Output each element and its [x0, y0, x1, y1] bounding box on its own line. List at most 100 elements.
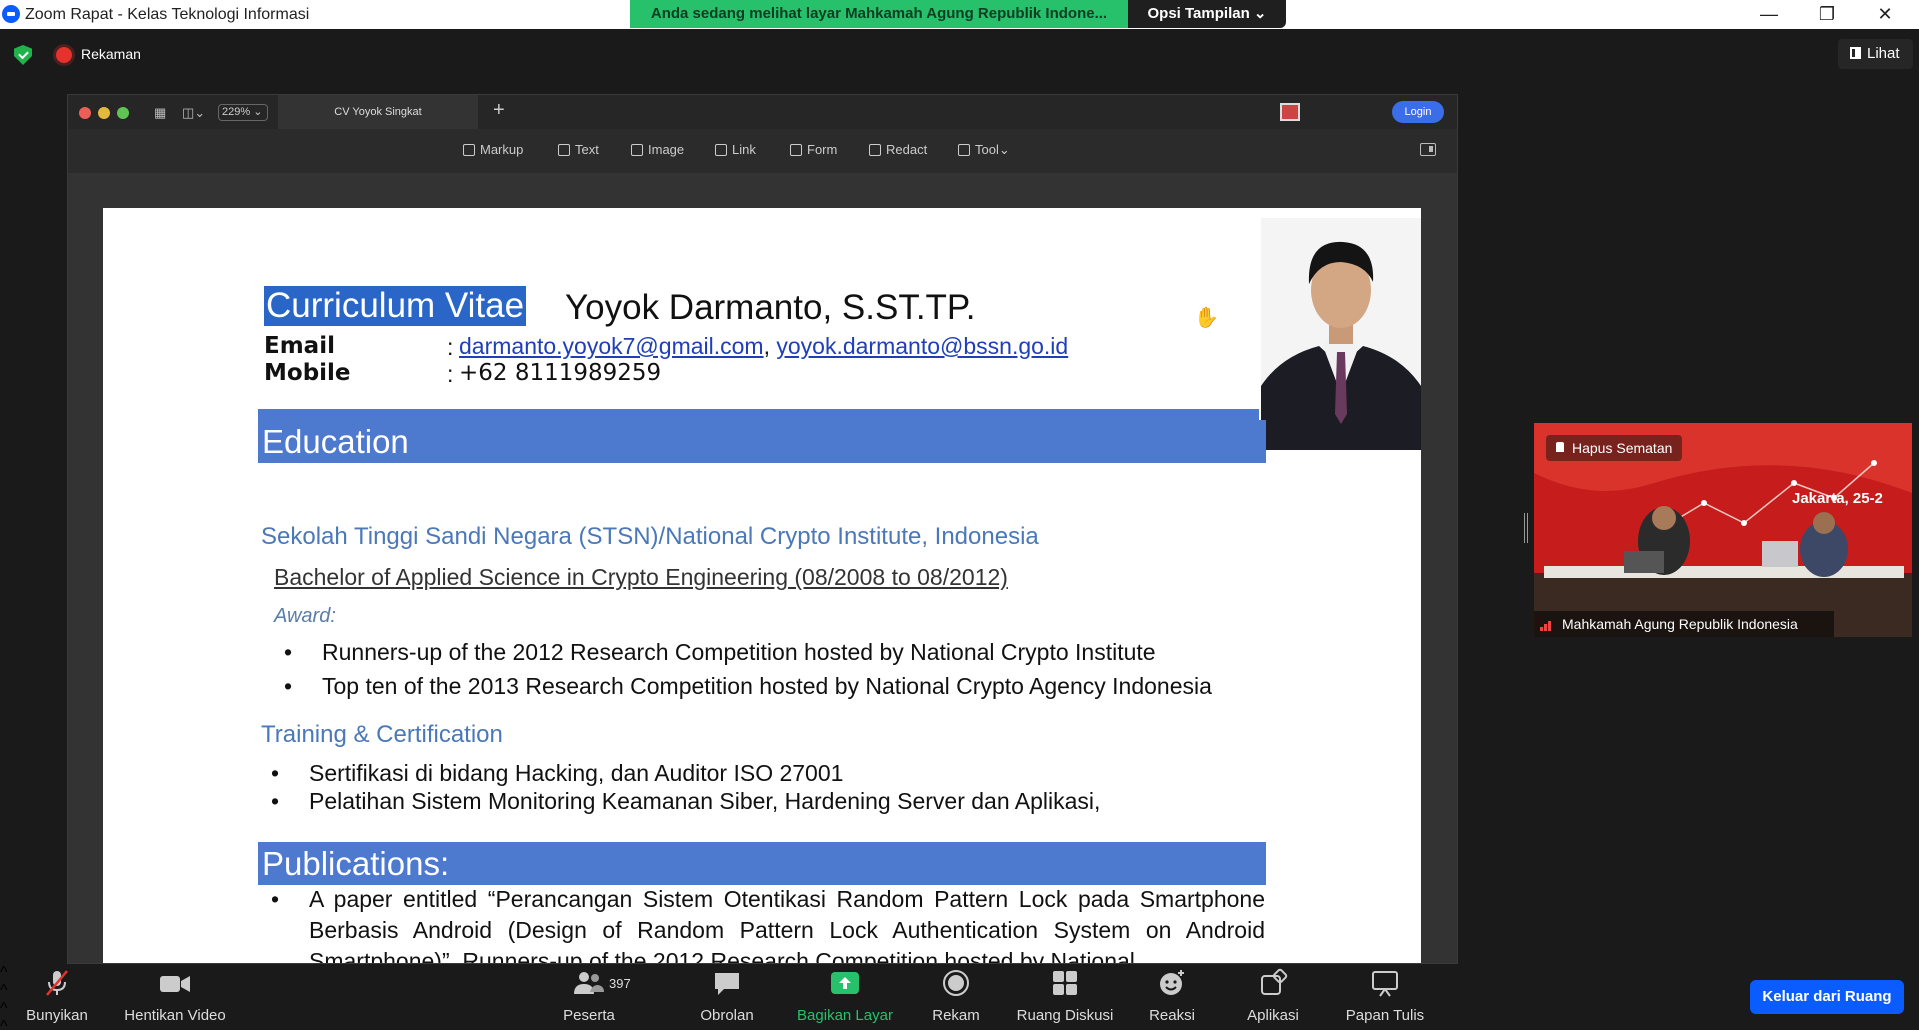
training-text: Sertifikasi di bidang Hacking, dan Audit…	[309, 760, 844, 786]
email-line: darmanto.yoyok7@gmail.com, yoyok.darmant…	[459, 333, 1068, 360]
unmute-label: Bunyikan	[26, 1007, 88, 1024]
event-banner-text: Jakarta, 25-2	[1792, 490, 1883, 507]
close-button[interactable]: ✕	[1856, 0, 1914, 29]
award-text: Runners-up of the 2012 Research Competit…	[322, 639, 1156, 665]
whiteboard-label: Papan Tulis	[1345, 1007, 1425, 1024]
apps-button[interactable]: Aplikasi	[1240, 968, 1306, 1028]
education-heading: Education	[258, 420, 1266, 463]
grid-view-icon: ▦	[154, 105, 167, 120]
email-link-2: yoyok.darmanto@bssn.go.id	[776, 333, 1069, 359]
cv-document-page: Curriculum Vitae Yoyok Darmanto, S.ST.TP…	[103, 208, 1421, 963]
panel-resize-handle[interactable]	[1524, 513, 1528, 543]
breakout-rooms-label: Ruang Diskusi	[1016, 1007, 1114, 1024]
email-separator: ,	[763, 333, 770, 359]
recording-icon	[56, 47, 72, 63]
tool-label: Image	[648, 142, 685, 157]
login-button: Login	[1392, 101, 1444, 123]
training-heading: Training & Certification	[261, 721, 503, 748]
view-options-button[interactable]: Opsi Tampilan ⌄	[1128, 0, 1286, 28]
recording-label[interactable]: Rekaman	[81, 46, 141, 62]
participants-label: Peserta	[563, 1007, 615, 1024]
form-icon	[790, 144, 802, 156]
tool-menu: Tool⌄	[958, 142, 1010, 158]
new-tab-icon: +	[493, 99, 505, 121]
email-label: Email	[264, 333, 335, 359]
pdf-toolbar: Markup Text Image Link Form Redact Tool⌄	[68, 129, 1457, 173]
viewing-screen-banner: Anda sedang melihat layar Mahkamah Agung…	[630, 0, 1128, 28]
award-item: • Top ten of the 2013 Research Competitio…	[284, 673, 1212, 700]
record-label: Rekam	[932, 1007, 980, 1024]
mobile-colon: :	[447, 361, 454, 387]
bullet-icon: •	[271, 788, 280, 814]
degree: Bachelor of Applied Science in Crypto En…	[274, 564, 1008, 590]
microphone-muted-icon	[46, 970, 68, 996]
zoom-logo-icon	[2, 5, 20, 23]
app-thumbnail-icon	[1280, 103, 1300, 121]
unpin-button[interactable]: Hapus Sematan	[1546, 435, 1683, 461]
publication-item: • A paper entitled “Perancangan Sistem Ot…	[271, 884, 1265, 963]
unmute-button[interactable]: Bunyikan	[20, 968, 94, 1028]
meeting-controls: Bunyikan ^ Hentikan Video ^ Peserta 397 …	[0, 964, 1919, 1030]
apps-label: Aplikasi	[1247, 1007, 1299, 1024]
tool-label: Tool	[975, 142, 999, 157]
traffic-minimize-icon	[98, 107, 110, 119]
tool-label: Form	[807, 142, 838, 157]
encryption-shield-icon[interactable]	[14, 45, 32, 65]
markup-tool: Markup	[463, 142, 523, 157]
zoom-level-select: 229% ⌄	[218, 104, 268, 121]
zoom-level-value: 229%	[222, 106, 251, 118]
title-bar: Zoom Rapat - Kelas Teknologi Informasi A…	[0, 0, 1919, 29]
bullet-icon: •	[271, 760, 280, 786]
stop-video-label: Hentikan Video	[124, 1007, 226, 1024]
whiteboard-button[interactable]: Papan Tulis	[1340, 968, 1430, 1028]
mobile-label: Mobile	[264, 360, 351, 386]
participants-icon	[574, 972, 604, 994]
link-icon	[715, 144, 727, 156]
image-icon	[631, 144, 643, 156]
tool-label: Link	[732, 142, 756, 157]
panel-toggle-icon	[1420, 143, 1436, 156]
publications-heading: Publications:	[258, 842, 1266, 885]
tool-label: Redact	[886, 142, 928, 157]
award-item: • Runners-up of the 2012 Research Competi…	[284, 639, 1156, 666]
cv-name: Yoyok Darmanto, S.ST.TP.	[565, 288, 976, 327]
share-screen-icon	[831, 972, 859, 994]
training-item: • Pelatihan Sistem Monitoring Keamanan Si…	[271, 788, 1100, 815]
chat-bubble-icon	[715, 973, 739, 995]
email-link-1: darmanto.yoyok7@gmail.com	[459, 333, 764, 359]
chat-button[interactable]: Obrolan	[690, 968, 764, 1028]
reactions-label: Reaksi	[1149, 1007, 1195, 1024]
zoom-window: { "window": {"title": "Zoom Rapat - Kela…	[0, 0, 1919, 1030]
reactions-button[interactable]: Reaksi	[1145, 968, 1199, 1028]
view-button[interactable]: Lihat	[1838, 39, 1913, 69]
participant-video-tile[interactable]: Jakarta, 25-2 Hapus Sematan Mahkamah Agu…	[1534, 423, 1912, 637]
tool-icon	[958, 144, 970, 156]
smiley-plus-icon	[1160, 970, 1184, 995]
cv-heading: Curriculum Vitae	[264, 286, 527, 326]
bullet-icon: •	[284, 673, 293, 699]
minimize-button[interactable]: —	[1740, 0, 1798, 29]
traffic-close-icon	[79, 107, 91, 119]
record-icon	[943, 970, 969, 996]
maximize-button[interactable]: ❐	[1798, 0, 1856, 29]
shared-screen: ▦ ◫⌄ 229% ⌄ CV Yoyok Singkat + Login Mar…	[67, 94, 1458, 964]
share-screen-button[interactable]: Bagikan Layar	[793, 968, 897, 1028]
sidebar-toggle-icon: ◫⌄	[182, 105, 206, 120]
form-tool: Form	[790, 142, 837, 157]
record-button[interactable]: Rekam	[923, 968, 989, 1028]
award-text: Top ten of the 2013 Research Competition…	[322, 673, 1212, 699]
profile-photo	[1261, 218, 1421, 450]
whiteboard-icon	[1372, 971, 1398, 997]
leave-room-button[interactable]: Keluar dari Ruang	[1750, 980, 1904, 1014]
document-tab: CV Yoyok Singkat	[278, 95, 478, 129]
breakout-rooms-icon	[1053, 971, 1077, 995]
training-item: • Sertifikasi di bidang Hacking, dan Audi…	[271, 760, 844, 787]
stop-video-button[interactable]: Hentikan Video	[120, 968, 230, 1028]
window-title: Zoom Rapat - Kelas Teknologi Informasi	[25, 6, 310, 23]
bullet-icon: •	[271, 886, 280, 912]
text-icon	[558, 144, 570, 156]
pen-icon	[463, 144, 475, 156]
mobile-value: +62 8111989259	[459, 360, 662, 386]
text-tool: Text	[558, 142, 599, 157]
breakout-rooms-button[interactable]: Ruang Diskusi	[1010, 968, 1120, 1028]
